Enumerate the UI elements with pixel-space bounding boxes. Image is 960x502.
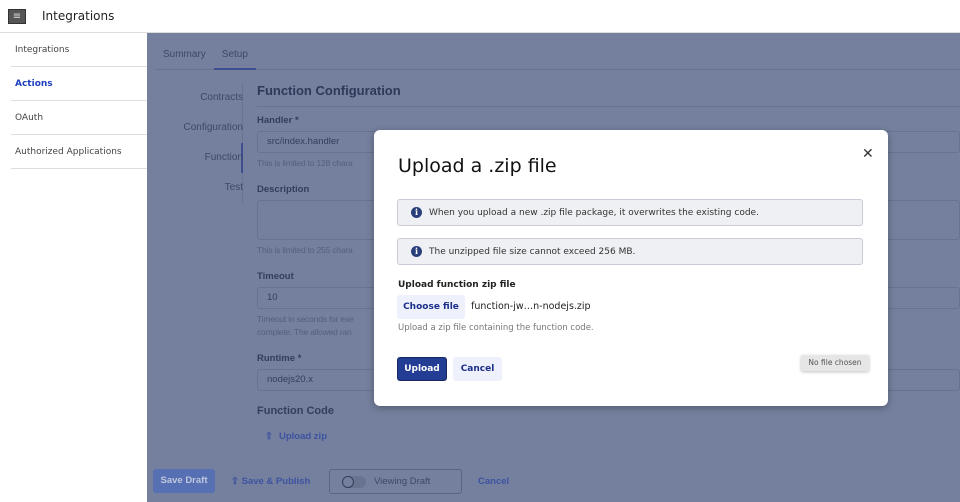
upload-hint: Upload a zip file containing the functio… [398,323,594,333]
sidebar-item-oauth[interactable]: OAuth [11,101,147,135]
section-title: Function Configuration [257,83,960,107]
upload-zip-modal: Upload a .zip file ✕ i When you upload a … [374,130,888,406]
modal-title: Upload a .zip file [398,155,557,177]
toggle-switch[interactable] [342,475,366,488]
sidebar-item-actions[interactable]: Actions [11,67,147,101]
cancel-button[interactable]: Cancel [453,357,502,381]
hamburger-icon[interactable]: ≡ [8,8,26,24]
upload-file-label: Upload function zip file [398,280,516,290]
upload-zip-button[interactable]: ⇪ Upload zip [257,425,340,447]
save-publish-button[interactable]: ⇪ Save & Publish [231,476,310,487]
footer-bar: Save Draft ⇪ Save & Publish Viewing Draf… [147,463,960,502]
timeout-hint-line-1: Timeout in seconds for exe [257,314,354,324]
handler-label: Handler * [257,115,299,126]
save-draft-button[interactable]: Save Draft [153,469,215,493]
timeout-hint-line-2: complete. The allowed ran [257,327,352,337]
choose-file-button[interactable]: Choose file [397,295,465,319]
selected-file-name: function-jw…n-nodejs.zip [471,301,591,312]
tabs: Summary Setup [155,33,960,70]
sidebar-item-authorized-applications[interactable]: Authorized Applications [11,135,147,169]
alert-text: When you upload a new .zip file package,… [429,207,759,218]
function-code-label: Function Code [257,405,334,417]
footer-cancel-button[interactable]: Cancel [478,476,509,487]
tab-summary[interactable]: Summary [155,33,214,70]
subnav: Contracts Configuration Function Test [167,90,243,210]
viewing-draft-toggle[interactable]: Viewing Draft [329,469,462,494]
info-icon: i [411,207,422,218]
close-icon[interactable]: ✕ [862,146,874,162]
sidebar-item-integrations[interactable]: Integrations [11,33,147,67]
save-publish-label: Save & Publish [241,476,311,487]
upload-icon: ⇪ [231,476,242,487]
upload-zip-label: Upload zip [278,430,327,442]
app-title: Integrations [42,9,115,23]
file-input-tooltip: No file chosen [801,355,869,371]
subnav-contracts[interactable]: Contracts [167,90,243,120]
tab-setup[interactable]: Setup [213,33,256,70]
top-bar: ≡ Integrations [0,0,960,33]
info-alert: i When you upload a new .zip file package… [397,199,863,226]
alert-text: The unzipped file size cannot exceed 256… [429,246,636,257]
sidebar: Integrations Actions OAuth Authorized Ap… [0,33,147,502]
upload-button[interactable]: Upload [397,357,447,381]
viewing-draft-label: Viewing Draft [374,476,431,487]
info-alert: i The unzipped file size cannot exceed 25… [397,238,863,265]
subnav-configuration[interactable]: Configuration [167,120,243,150]
subnav-function[interactable]: Function [167,150,243,180]
subnav-test[interactable]: Test [167,180,243,210]
info-icon: i [411,246,422,257]
upload-icon: ⇪ [265,430,273,442]
